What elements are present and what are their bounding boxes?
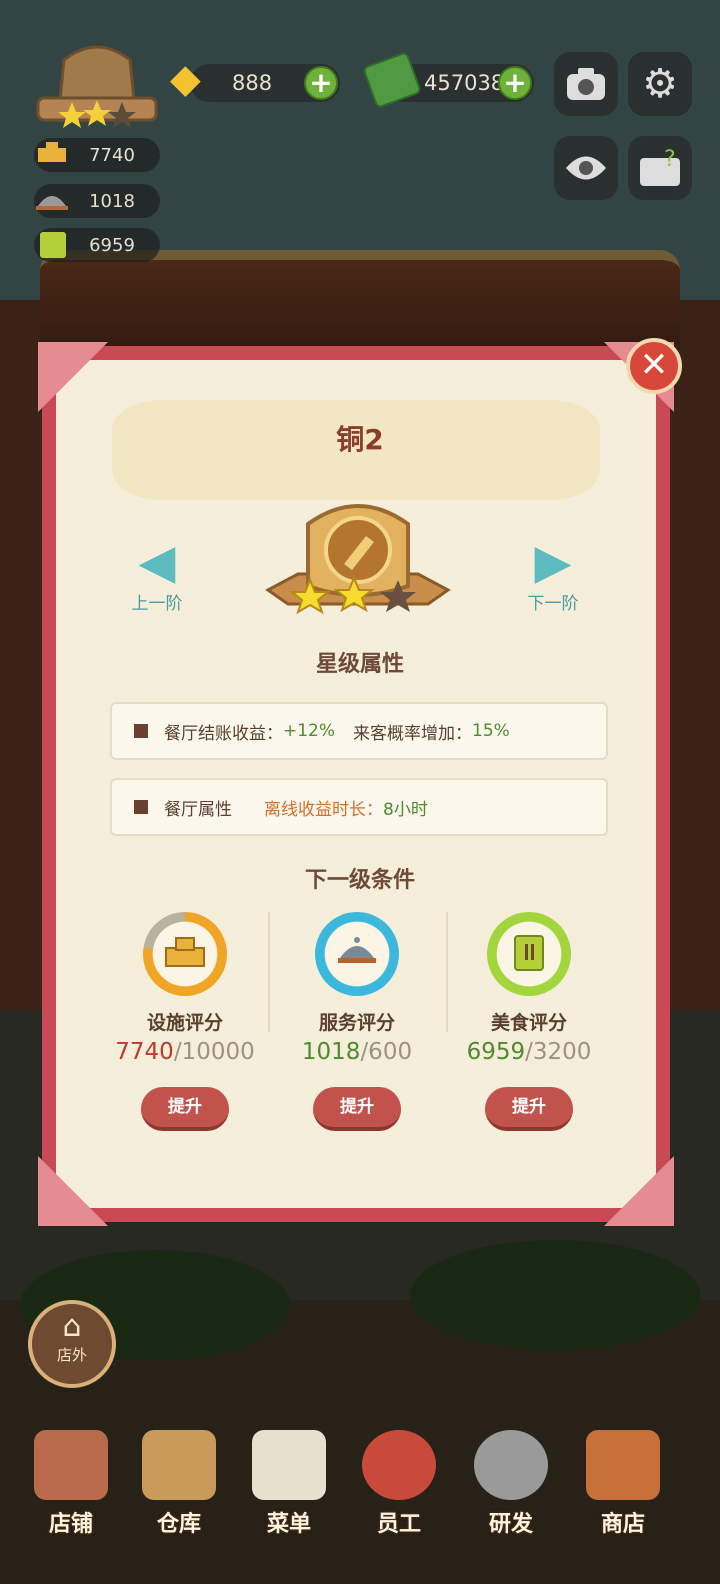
prev-rank-button[interactable]: ◀ 上一阶 — [112, 535, 202, 614]
nav-warehouse[interactable]: 仓库 — [134, 1430, 224, 1540]
add-cash-button[interactable]: + — [498, 66, 532, 100]
nav-staff-label: 员工 — [376, 1512, 421, 1537]
help-book-icon: ? — [640, 148, 680, 186]
nav-store[interactable]: 店铺 — [26, 1430, 116, 1540]
facility-label: 设施评分 — [146, 1012, 223, 1034]
service-cloche-icon — [338, 937, 376, 963]
camera-icon — [567, 68, 605, 100]
upgrade-service-button[interactable]: 提升 — [313, 1087, 401, 1131]
chevron-right-icon: ▶ — [534, 534, 572, 590]
warehouse-box-icon — [142, 1430, 216, 1500]
corner-decoration-tl — [38, 342, 108, 412]
condition-facility: 设施评分 7740/10000 提升 — [110, 912, 260, 1131]
condition-service: 服务评分 1018/600 提升 — [282, 912, 432, 1131]
gem-value: 888 — [232, 71, 273, 95]
service-progress-ring — [315, 912, 399, 996]
column-divider — [268, 912, 270, 1032]
star-attributes-heading: 星级属性 — [315, 652, 404, 677]
facility-target: /10000 — [173, 1039, 255, 1065]
gem-icon: ◆ — [170, 56, 201, 102]
cash-counter: 457038 + — [361, 51, 534, 109]
nav-menu-label: 菜单 — [266, 1512, 311, 1537]
food-progress-ring — [487, 912, 571, 996]
prev-rank-label: 上一阶 — [131, 594, 183, 614]
facility-icon — [32, 138, 72, 172]
next-rank-label: 下一阶 — [527, 594, 579, 614]
nav-research-label: 研发 — [488, 1512, 533, 1537]
attribute-row-offline: 餐厅属性 离线收益时长： 8小时 — [110, 778, 608, 836]
attr2-key: 离线收益时长： — [264, 799, 383, 820]
recipe-book-icon — [514, 935, 544, 971]
service-target: /600 — [360, 1039, 413, 1065]
eye-icon — [566, 156, 606, 180]
attribute-row-income: 餐厅结账收益： +12% 来客概率增加： 15% — [110, 702, 608, 760]
shop-icon — [586, 1430, 660, 1500]
next-level-heading: 下一级条件 — [304, 868, 415, 893]
food-score: 6959/3200 — [454, 1039, 604, 1065]
service-icon — [32, 184, 72, 218]
close-button[interactable]: ✕ — [626, 338, 682, 394]
bronze-rank-emblem — [258, 494, 458, 630]
service-score-value: 1018 — [89, 190, 135, 212]
facility-score-pill: 7740 — [34, 138, 160, 172]
add-gems-button[interactable]: + — [304, 66, 338, 100]
bullet-square-icon — [134, 800, 148, 814]
service-score-pill: 1018 — [34, 184, 160, 218]
upgrade-food-button[interactable]: 提升 — [485, 1087, 573, 1131]
bullet-square-icon — [134, 724, 148, 738]
facility-progress-ring — [143, 912, 227, 996]
store-icon — [34, 1430, 108, 1500]
attr2-label: 餐厅属性 — [164, 799, 232, 820]
attr1-value2: 15% — [472, 721, 510, 741]
nav-warehouse-label: 仓库 — [156, 1512, 201, 1537]
attr1-value: +12% — [283, 721, 336, 741]
service-label: 服务评分 — [318, 1012, 395, 1034]
facility-score-value: 7740 — [89, 144, 135, 166]
next-rank-button[interactable]: ▶ 下一阶 — [508, 535, 598, 614]
food-score-pill: 6959 — [34, 228, 160, 262]
svg-text:?: ? — [664, 148, 676, 172]
nav-shop[interactable]: 商店 — [578, 1430, 668, 1540]
service-score: 1018/600 — [282, 1039, 432, 1065]
attr1-label2: 来客概率增加： — [353, 723, 473, 744]
outside-label: 店外 — [56, 1346, 87, 1364]
nav-research[interactable]: 研发 — [466, 1430, 556, 1540]
staff-avatar-icon — [362, 1430, 436, 1500]
column-divider — [446, 912, 448, 1032]
corner-decoration-bl — [38, 1156, 108, 1226]
cooking-pot-icon — [474, 1430, 548, 1500]
nav-shop-label: 商店 — [600, 1512, 645, 1537]
nav-staff[interactable]: 员工 — [354, 1430, 444, 1540]
close-icon: ✕ — [639, 345, 669, 385]
facility-icon — [165, 937, 205, 967]
nav-store-label: 店铺 — [48, 1512, 93, 1537]
settings-button[interactable]: ⚙ — [628, 52, 692, 116]
service-current: 1018 — [301, 1039, 361, 1065]
food-label: 美食评分 — [490, 1012, 567, 1034]
food-score-value: 6959 — [89, 234, 135, 256]
food-target: /3200 — [525, 1039, 592, 1065]
guide-button[interactable]: ? — [628, 136, 692, 200]
food-current: 6959 — [466, 1039, 526, 1065]
rank-badge[interactable] — [34, 40, 160, 130]
upgrade-facility-button[interactable]: 提升 — [141, 1087, 229, 1131]
nav-menu[interactable]: 菜单 — [244, 1430, 334, 1540]
outside-button[interactable]: ⌂ 店外 — [28, 1300, 116, 1388]
facility-score: 7740/10000 — [110, 1039, 260, 1065]
condition-food: 美食评分 6959/3200 提升 — [454, 912, 604, 1131]
gear-icon: ⚙ — [642, 61, 678, 107]
cash-value: 457038 — [424, 71, 505, 95]
camera-button[interactable] — [554, 52, 618, 116]
facility-current: 7740 — [115, 1039, 174, 1065]
corner-decoration-br — [604, 1156, 674, 1226]
gem-counter: ◆ 888 + — [170, 56, 340, 102]
chevron-left-icon: ◀ — [138, 534, 176, 590]
menu-clipboard-icon — [252, 1430, 326, 1500]
attr2-value: 8小时 — [383, 799, 428, 820]
view-button[interactable] — [554, 136, 618, 200]
recipe-book-icon — [32, 228, 72, 262]
attr1-label: 餐厅结账收益： — [164, 723, 283, 744]
rank-title: 铜2 — [336, 423, 384, 456]
